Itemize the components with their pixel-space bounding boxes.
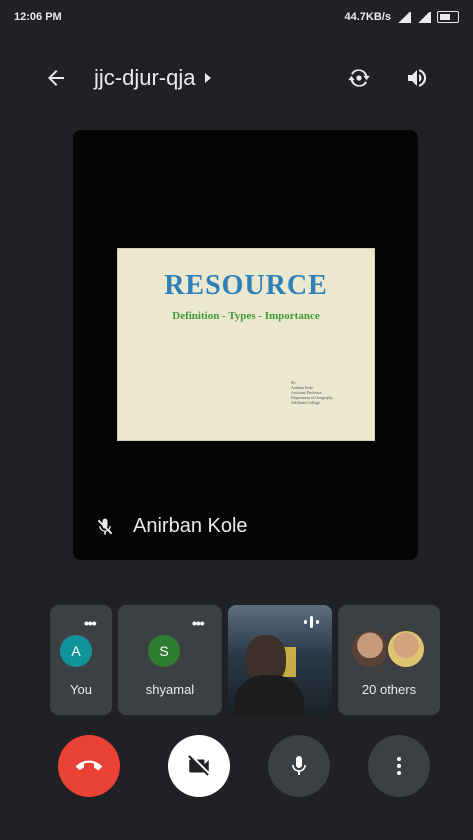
audio-level-icon — [304, 616, 319, 628]
back-arrow-icon[interactable] — [36, 58, 76, 98]
participant-tile-others[interactable]: 20 others — [338, 605, 440, 715]
signal-icon — [397, 11, 411, 23]
slide-subtitle: Definition - Types - Importance — [172, 310, 320, 322]
more-dots-icon[interactable]: ••• — [192, 615, 205, 631]
participant-tile-you[interactable]: ••• A You — [50, 605, 112, 715]
avatar: A — [60, 635, 92, 667]
participant-tile-video[interactable] — [228, 605, 332, 715]
camera-off-icon — [188, 755, 209, 776]
presentation-slide: RESOURCE Definition - Types - Importance… — [117, 248, 375, 441]
participant-video-body — [234, 675, 304, 715]
meeting-code-button[interactable]: jjc-djur-qja — [94, 65, 213, 91]
participant-tile-shyamal[interactable]: ••• S shyamal — [118, 605, 222, 715]
camera-toggle-button[interactable] — [168, 735, 230, 797]
microphone-icon — [292, 756, 306, 775]
others-count: 20 others — [361, 682, 417, 697]
end-call-icon — [76, 760, 102, 771]
status-bar: 12:06 PM 44.7KB/s — [0, 0, 473, 34]
meeting-code: jjc-djur-qja — [94, 65, 196, 90]
signal-icon-2 — [417, 11, 431, 23]
call-controls — [0, 735, 473, 815]
switch-camera-icon[interactable] — [339, 58, 379, 98]
status-indicators: 44.7KB/s — [345, 11, 459, 23]
avatar-initial: S — [159, 643, 169, 659]
slide-title: RESOURCE — [164, 270, 328, 301]
presentation-tile[interactable]: RESOURCE Definition - Types - Importance… — [73, 130, 418, 560]
speaker-name: Anirban Kole — [133, 515, 248, 537]
participant-face — [386, 629, 426, 669]
more-vertical-icon — [397, 757, 401, 775]
participant-name: You — [70, 682, 92, 697]
avatar: S — [148, 635, 180, 667]
slide-credits: By Anirban Kole Assistant Professor Depa… — [291, 380, 371, 405]
more-dots-icon[interactable]: ••• — [84, 615, 97, 631]
top-bar: jjc-djur-qja — [0, 48, 473, 108]
mic-off-icon — [97, 518, 113, 534]
dropdown-caret-icon — [205, 73, 212, 83]
participant-name: shyamal — [145, 682, 195, 697]
network-speed: 44.7KB/s — [344, 11, 391, 23]
speaker-label: Anirban Kole — [95, 515, 248, 538]
avatar-initial: A — [71, 643, 81, 659]
battery-icon — [437, 11, 459, 23]
status-time: 12:06 PM — [14, 11, 62, 23]
slide-credit-line: Affiliated College — [291, 400, 320, 405]
more-options-button[interactable] — [368, 735, 430, 797]
speaker-icon[interactable] — [397, 58, 437, 98]
participant-face — [350, 629, 390, 669]
microphone-button[interactable] — [268, 735, 330, 797]
end-call-button[interactable] — [58, 735, 120, 797]
